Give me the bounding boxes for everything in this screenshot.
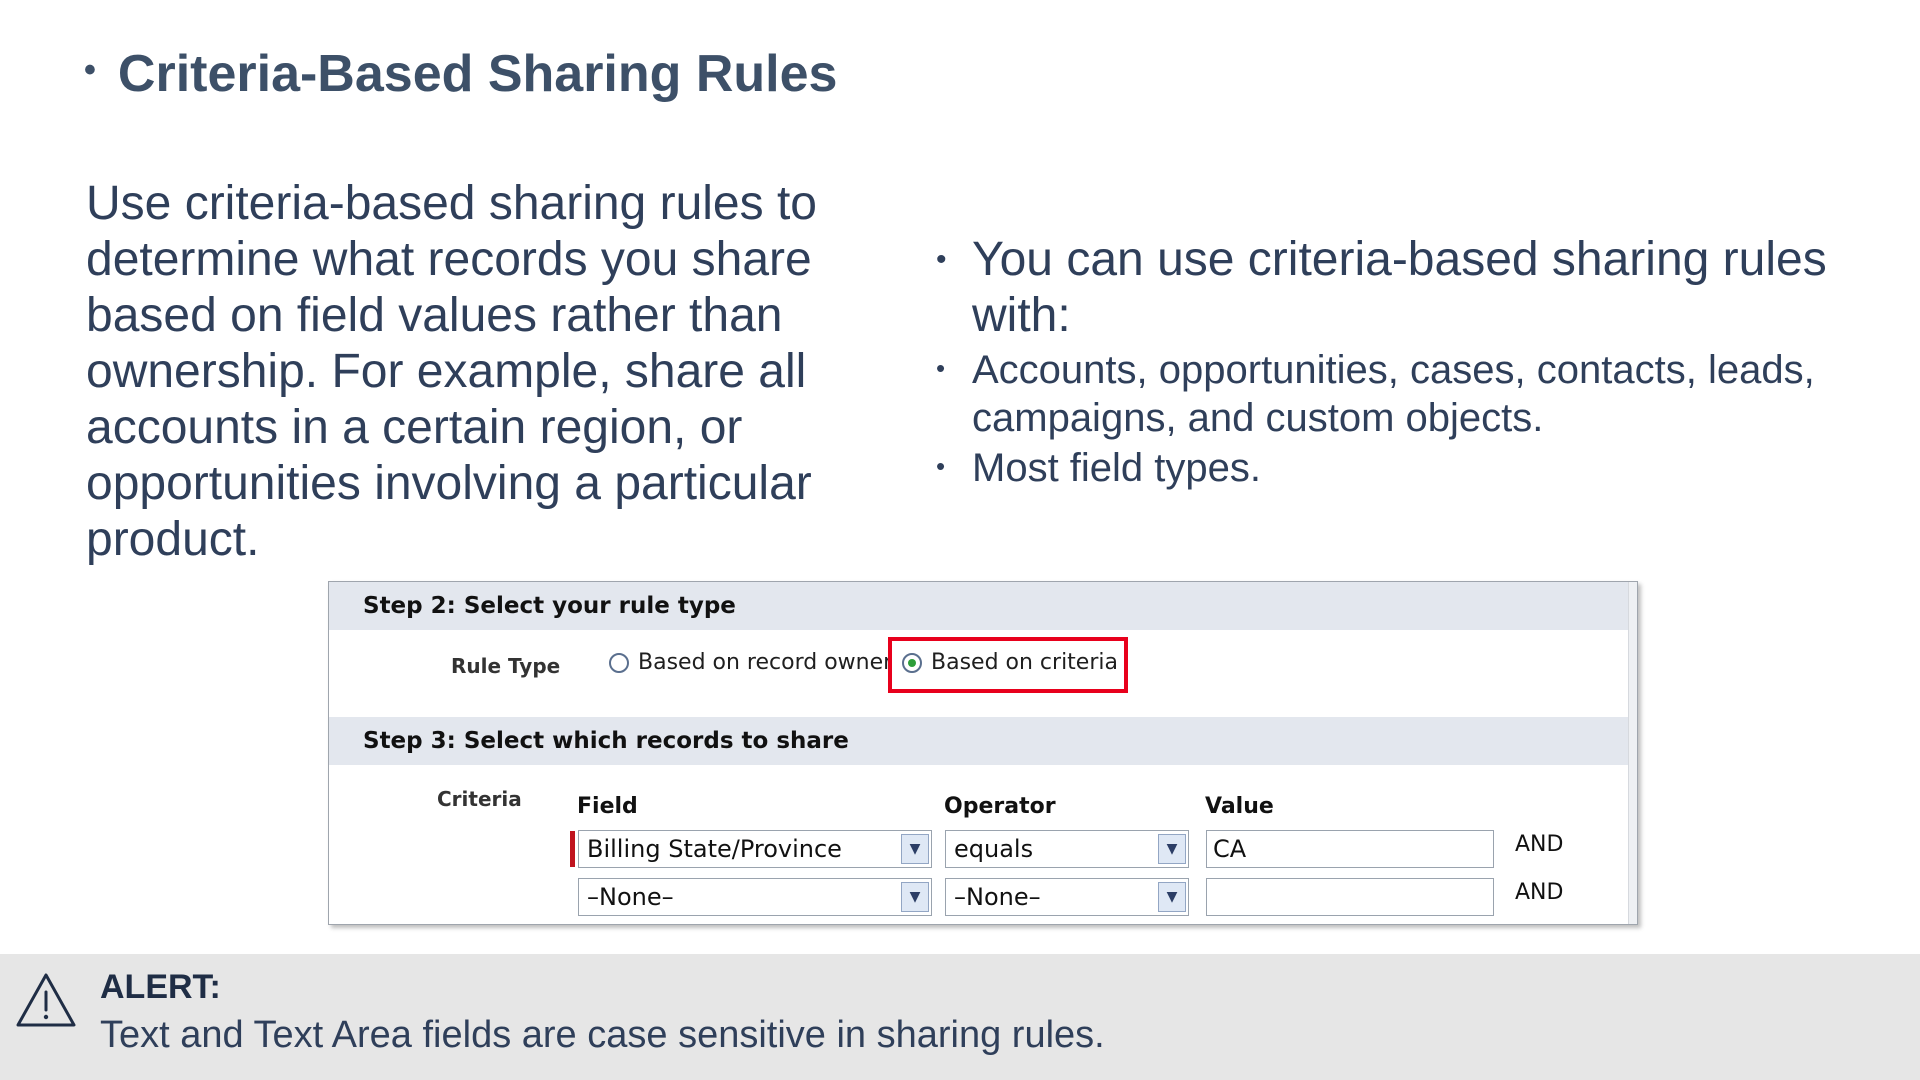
bullet-dot: •	[936, 353, 946, 383]
step3-header: Step 3: Select which records to share	[329, 717, 1629, 765]
field-select-row1[interactable]: Billing State/Province ▼	[578, 830, 932, 868]
radio-owner-circle[interactable]	[609, 652, 629, 673]
title-bullet: •	[84, 50, 96, 89]
chevron-down-icon[interactable]: ▼	[901, 882, 929, 912]
criteria-highlight-box	[888, 637, 1128, 693]
operator-select-value: equals	[954, 835, 1034, 863]
field-select-row2[interactable]: –None– ▼	[578, 878, 932, 916]
operator-select-row1[interactable]: equals ▼	[945, 830, 1189, 868]
bullet-sub-objects: • Accounts, opportunities, cases, contac…	[936, 346, 1836, 442]
chevron-down-icon[interactable]: ▼	[1158, 882, 1186, 912]
bullet-sub-text: Most field types.	[972, 446, 1262, 490]
value-input-row2[interactable]	[1206, 878, 1494, 916]
field-select-value: Billing State/Province	[587, 835, 842, 863]
sharing-rule-screenshot: Step 2: Select your rule type Rule Type …	[328, 581, 1638, 925]
field-select-value: –None–	[587, 883, 674, 911]
and-label-row2: AND	[1515, 880, 1564, 905]
operator-column-header: Operator	[944, 794, 1056, 819]
bullet-main-text: You can use criteria-based sharing rules…	[972, 233, 1827, 342]
operator-select-value: –None–	[954, 883, 1041, 911]
chevron-down-icon[interactable]: ▼	[1158, 834, 1186, 864]
radio-owner-label: Based on record owner	[638, 650, 888, 675]
field-column-header: Field	[577, 794, 638, 819]
bullet-dot: •	[936, 451, 946, 481]
rule-type-label: Rule Type	[451, 654, 561, 678]
criteria-label: Criteria	[437, 787, 522, 811]
operator-select-row2[interactable]: –None– ▼	[945, 878, 1189, 916]
alert-title: ALERT:	[100, 968, 221, 1006]
bullet-list: • You can use criteria-based sharing rul…	[936, 232, 1836, 492]
bullet-sub-text: Accounts, opportunities, cases, contacts…	[972, 348, 1815, 440]
radio-record-owner[interactable]: Based on record owner	[609, 650, 888, 675]
alert-text: Text and Text Area fields are case sensi…	[100, 1014, 1105, 1056]
slide-title: • Criteria-Based Sharing Rules	[84, 44, 837, 104]
bullet-dot: •	[936, 243, 947, 276]
value-input-row1[interactable]: CA	[1206, 830, 1494, 868]
warning-triangle-icon	[16, 973, 76, 1027]
bullet-main: • You can use criteria-based sharing rul…	[936, 232, 1836, 344]
bullet-sub-field-types: • Most field types.	[936, 444, 1836, 492]
panel-scrollbar[interactable]	[1628, 582, 1637, 924]
chevron-down-icon[interactable]: ▼	[901, 834, 929, 864]
required-field-marker	[570, 831, 575, 867]
alert-bar: ALERT: Text and Text Area fields are cas…	[0, 954, 1920, 1080]
intro-paragraph: Use criteria-based sharing rules to dete…	[86, 177, 817, 566]
title-text: Criteria-Based Sharing Rules	[117, 45, 838, 103]
value-column-header: Value	[1205, 794, 1274, 819]
step2-header: Step 2: Select your rule type	[329, 582, 1629, 630]
and-label-row1: AND	[1515, 832, 1564, 857]
